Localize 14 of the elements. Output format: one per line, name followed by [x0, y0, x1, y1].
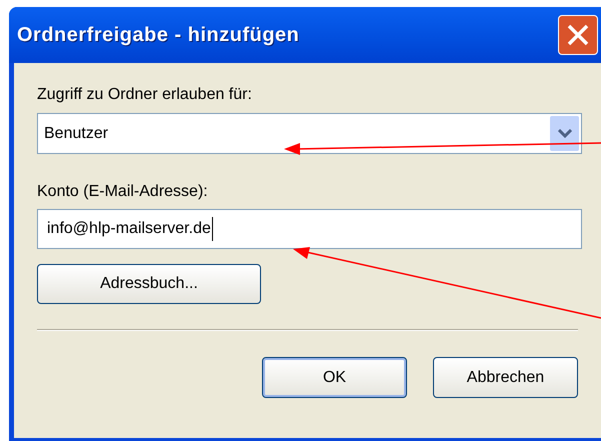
dropdown-value: Benutzer	[44, 124, 108, 144]
account-value: info@hlp-mailserver.de	[47, 217, 213, 241]
chevron-down-icon	[558, 129, 572, 138]
close-button[interactable]	[558, 15, 598, 55]
dropdown-button[interactable]	[550, 116, 579, 151]
access-label: Zugriff zu Ordner erlauben für:	[37, 85, 253, 105]
account-label: Konto (E-Mail-Adresse):	[37, 182, 209, 202]
account-input[interactable]: info@hlp-mailserver.de	[37, 209, 582, 249]
access-dropdown[interactable]: Benutzer	[37, 113, 582, 154]
address-book-button[interactable]: Adressbuch...	[37, 264, 261, 304]
window-title: Ordnerfreigabe - hinzufügen	[17, 23, 300, 48]
dialog-button[interactable]: OK	[262, 357, 407, 398]
dialog-button[interactable]: Abbrechen	[433, 357, 578, 398]
close-icon	[566, 23, 590, 47]
